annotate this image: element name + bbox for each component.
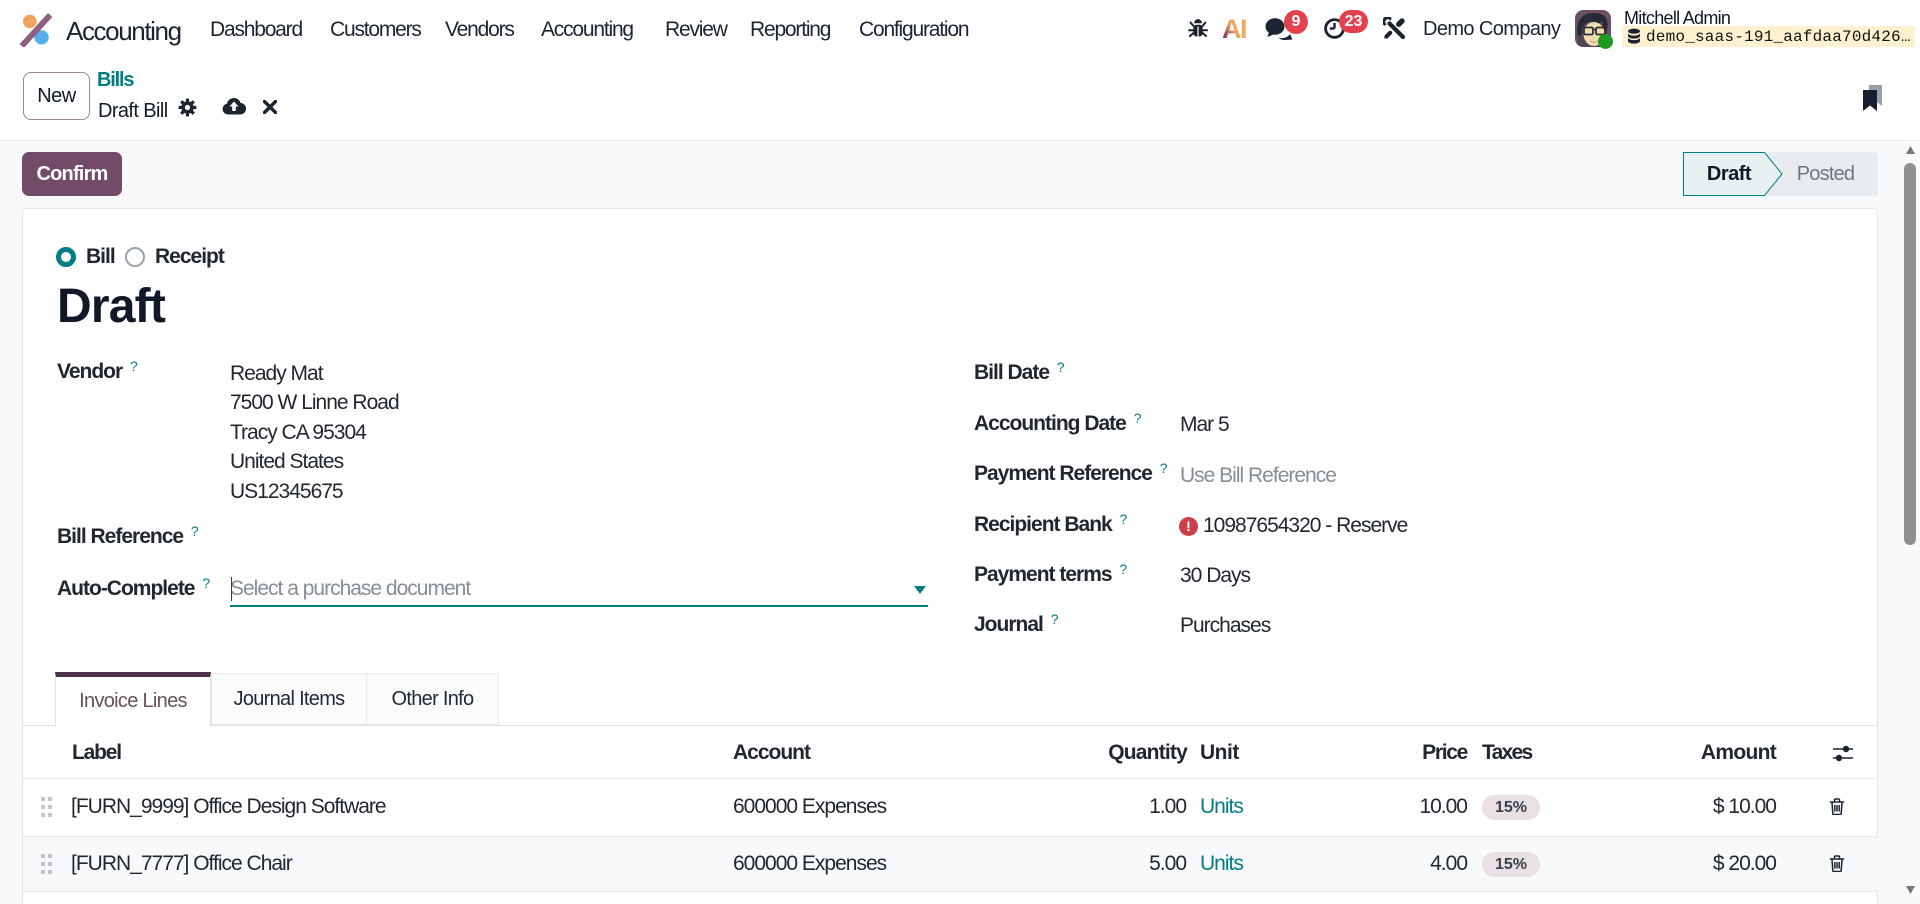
svg-text:A: A [1223,16,1242,41]
svg-text:I: I [1240,16,1248,41]
